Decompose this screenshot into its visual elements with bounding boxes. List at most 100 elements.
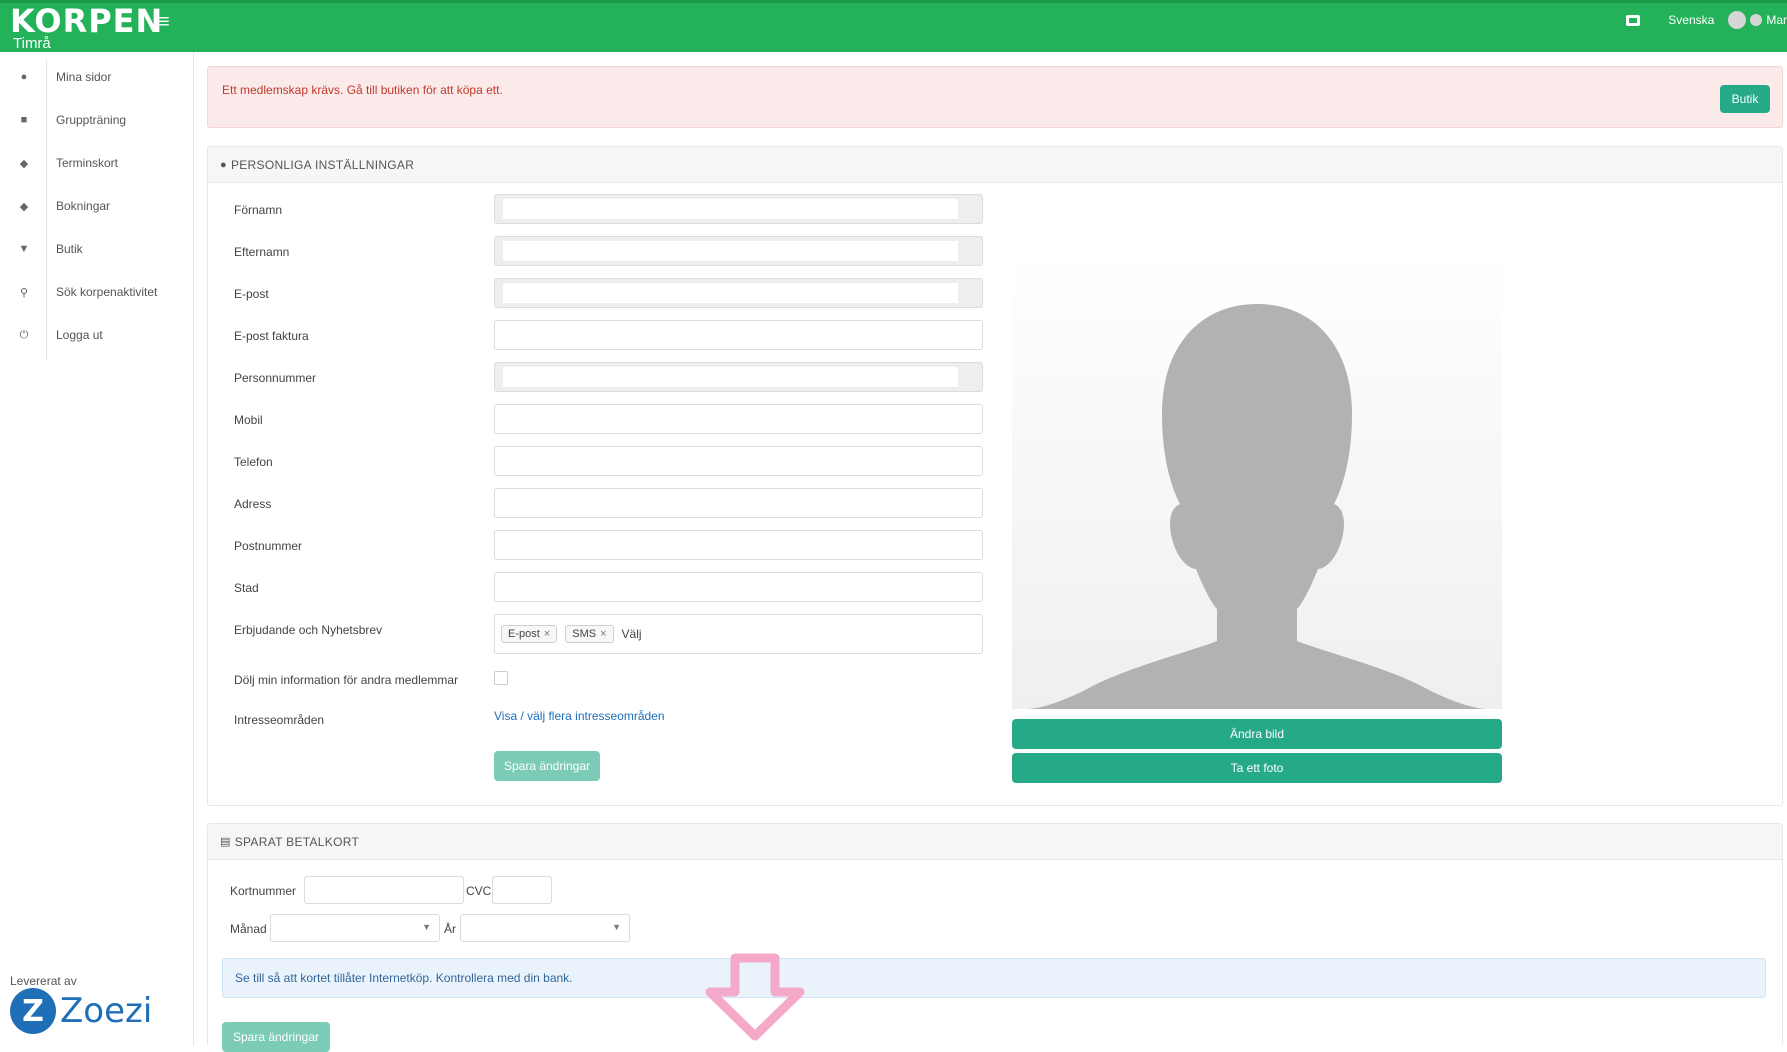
chevron-down-icon: ▼ — [422, 922, 431, 932]
cart-icon: ▼ — [18, 243, 30, 255]
tag-label: E-post — [508, 628, 540, 640]
sidebar-item-mina-sidor[interactable]: ● Mina sidor — [0, 62, 194, 92]
sidebar-item-butik[interactable]: ▼ Butik — [0, 234, 194, 264]
search-icon: ⚲ — [19, 286, 29, 299]
sidebar-item-label: Terminskort — [56, 156, 119, 170]
menu-toggle-icon[interactable]: ≡ — [158, 11, 170, 34]
tag-icon: ◆ — [19, 200, 29, 213]
personal-settings-panel: ● PERSONLIGA INSTÄLLNINGAR Förnamn Efter… — [207, 146, 1783, 806]
calendar-icon: ■ — [20, 114, 28, 126]
header-actions: Svenska Mar — [1626, 11, 1787, 29]
sidebar-item-grupptraning[interactable]: ■ Gruppträning — [0, 105, 194, 135]
year-label: År — [444, 922, 456, 936]
cvc-label: CVC — [466, 884, 492, 898]
offers-label: Erbjudande och Nyhetsbrev — [234, 623, 383, 637]
alert-message: Ett medlemskap krävs. Gå till butiken fö… — [222, 83, 503, 97]
person-silhouette-icon — [1027, 304, 1487, 709]
avatar — [1728, 11, 1747, 29]
flag-icon[interactable] — [1626, 14, 1641, 26]
interests-link[interactable]: Visa / välj flera intresseområden — [494, 709, 665, 723]
field-inner — [503, 241, 958, 261]
field-inner — [503, 367, 958, 387]
email-invoice-label: E-post faktura — [234, 329, 309, 343]
panel-title: PERSONLIGA INSTÄLLNINGAR — [230, 157, 415, 172]
change-photo-button[interactable]: Ändra bild — [1012, 719, 1502, 749]
city-field[interactable] — [494, 572, 983, 602]
zoezi-logo[interactable]: Z Zoezi — [10, 988, 152, 1034]
tag-email[interactable]: E-post × — [501, 625, 558, 643]
save-card-button[interactable]: Spara ändringar — [222, 1022, 330, 1052]
sidebar-item-bokningar[interactable]: ◆ Bokningar — [0, 191, 194, 221]
user-icon: ● — [20, 71, 28, 83]
offers-tag-field[interactable]: E-post × SMS × Välj — [494, 614, 983, 654]
tag-icon: ◆ — [19, 157, 29, 170]
user-menu[interactable]: Mar — [1728, 11, 1787, 29]
user-icon: ● — [220, 158, 227, 171]
email-field[interactable] — [494, 278, 983, 308]
panel-header: ▤ SPARAT BETALKORT — [208, 824, 1782, 860]
lastname-field[interactable] — [494, 236, 983, 266]
sidebar-item-label: Bokningar — [56, 199, 111, 213]
panel-header: ● PERSONLIGA INSTÄLLNINGAR — [208, 147, 1782, 183]
firstname-field[interactable] — [494, 194, 983, 224]
sidebar-item-label: Mina sidor — [56, 70, 112, 84]
postal-code-field[interactable] — [494, 530, 983, 560]
field-inner — [503, 283, 958, 303]
tag-label: SMS — [572, 628, 597, 640]
sidebar: ● Mina sidor ■ Gruppträning ◆ Terminskor… — [0, 52, 194, 1046]
phone-label: Telefon — [234, 455, 273, 469]
cvc-field[interactable] — [492, 876, 552, 904]
panel-title: SPARAT BETALKORT — [234, 834, 360, 849]
mobile-field[interactable] — [494, 404, 983, 434]
lastname-label: Efternamn — [234, 245, 290, 259]
email-invoice-field[interactable] — [494, 320, 983, 350]
personal-number-field[interactable] — [494, 362, 983, 392]
membership-alert: Ett medlemskap krävs. Gå till butiken fö… — [207, 66, 1783, 128]
zoezi-wordmark: Zoezi — [60, 991, 153, 1031]
sidebar-item-logga-ut[interactable]: ⏻ Logga ut — [0, 320, 194, 350]
email-label: E-post — [234, 287, 269, 301]
sidebar-item-label: Gruppträning — [56, 113, 127, 127]
tag-sms[interactable]: SMS × — [565, 625, 614, 643]
card-number-label: Kortnummer — [230, 884, 297, 898]
chevron-down-icon: ▼ — [612, 922, 621, 932]
shop-button[interactable]: Butik — [1720, 85, 1770, 113]
credit-card-icon: ▤ — [220, 836, 231, 848]
city-label: Stad — [234, 581, 259, 595]
month-select[interactable]: ▼ — [270, 914, 440, 942]
language-selector[interactable]: Svenska — [1668, 13, 1714, 27]
offers-more[interactable]: Välj — [622, 627, 642, 641]
sidebar-item-terminskort[interactable]: ◆ Terminskort — [0, 148, 194, 178]
card-info-box: Se till så att kortet tillåter Internetk… — [222, 958, 1766, 998]
card-number-field[interactable] — [304, 876, 464, 904]
firstname-label: Förnamn — [234, 203, 283, 217]
personal-number-label: Personnummer — [234, 371, 317, 385]
sidebar-item-label: Sök korpenaktivitet — [56, 285, 158, 299]
save-personal-button[interactable]: Spara ändringar — [494, 751, 600, 781]
sidebar-item-label: Logga ut — [56, 328, 103, 342]
saved-cards-panel: ▤ SPARAT BETALKORT Kortnummer CVC Månad … — [207, 823, 1783, 1052]
powered-by-label: Levererat av — [10, 974, 77, 988]
user-name: Mar — [1766, 13, 1787, 27]
brand-logo[interactable]: KORPEN Timrå — [10, 5, 163, 51]
month-label: Månad — [230, 922, 267, 936]
avatar-small-icon — [1750, 14, 1763, 26]
close-icon[interactable]: × — [544, 628, 550, 640]
hide-info-checkbox[interactable] — [494, 671, 508, 685]
arrow-down-icon — [705, 953, 805, 1041]
address-field[interactable] — [494, 488, 983, 518]
sidebar-item-label: Butik — [56, 242, 83, 256]
zoezi-mark-icon: Z — [10, 988, 56, 1034]
top-header: KORPEN Timrå ≡ Svenska Mar — [0, 0, 1787, 52]
postal-code-label: Postnummer — [234, 539, 303, 553]
hide-info-label: Dölj min information för andra medlemmar — [234, 673, 459, 687]
close-icon[interactable]: × — [600, 628, 606, 640]
address-label: Adress — [234, 497, 272, 511]
sidebar-item-sok-korpenaktivitet[interactable]: ⚲ Sök korpenaktivitet — [0, 277, 194, 307]
power-icon: ⏻ — [19, 328, 29, 341]
brand-name: KORPEN — [10, 2, 164, 40]
year-select[interactable]: ▼ — [460, 914, 630, 942]
take-photo-button[interactable]: Ta ett foto — [1012, 753, 1502, 783]
field-inner — [503, 199, 958, 219]
phone-field[interactable] — [494, 446, 983, 476]
